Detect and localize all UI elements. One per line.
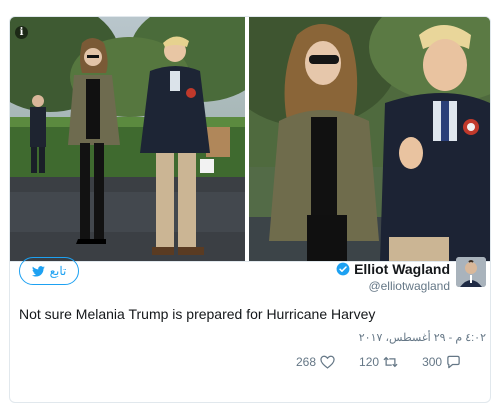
verified-badge-icon	[336, 262, 350, 276]
follow-button[interactable]: تابع	[19, 257, 79, 285]
like-button[interactable]: 268	[296, 355, 335, 369]
retweet-icon	[383, 356, 398, 368]
photo-left[interactable]: i	[10, 17, 245, 261]
tweet-actions: 268 120 300	[296, 355, 461, 369]
retweet-count: 120	[359, 355, 380, 369]
media-grid: i	[10, 17, 490, 261]
follow-label: تابع	[49, 264, 67, 278]
info-icon[interactable]: i	[15, 26, 28, 39]
tweet-card: i	[9, 16, 491, 403]
tweet-author: Elliot Wagland @elliotwagland	[336, 261, 450, 293]
photo-right[interactable]	[249, 17, 490, 261]
avatar[interactable]	[456, 257, 486, 287]
reply-count: 300	[422, 355, 443, 369]
reply-button[interactable]: 300	[422, 355, 461, 369]
retweet-button[interactable]: 120	[359, 355, 398, 369]
tweet-timestamp[interactable]: ٤:٠٢ م - ٢٩ أغسطس، ٢٠١٧	[359, 331, 486, 344]
heart-icon	[320, 355, 335, 369]
tweet-text: Not sure Melania Trump is prepared for H…	[19, 306, 376, 322]
twitter-bird-icon	[31, 265, 45, 277]
reply-bubble-icon	[447, 355, 460, 369]
like-count: 268	[296, 355, 317, 369]
author-handle[interactable]: @elliotwagland	[336, 279, 450, 293]
author-display-name[interactable]: Elliot Wagland	[354, 261, 450, 277]
